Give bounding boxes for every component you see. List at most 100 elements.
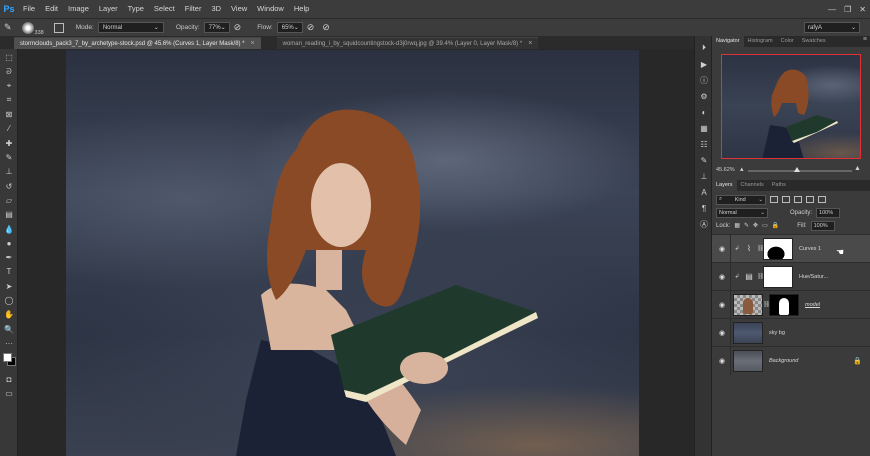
crop-tool-icon[interactable]: ⌗ xyxy=(0,93,18,107)
zoom-out-icon[interactable]: ▴ xyxy=(740,165,744,173)
screen-mode-icon[interactable]: ▭ xyxy=(0,387,18,401)
blur-tool-icon[interactable]: 💧 xyxy=(0,222,18,236)
libraries-panel-icon[interactable]: ☷ xyxy=(695,136,713,152)
lasso-tool-icon[interactable]: ᘐ xyxy=(0,65,18,79)
filter-type-icon[interactable] xyxy=(794,196,802,203)
workspace-dropdown[interactable]: rafyA ⌄ xyxy=(804,22,860,33)
filter-smart-object-icon[interactable] xyxy=(818,196,826,203)
actions-panel-icon[interactable]: ▶ xyxy=(695,56,713,72)
fill-field[interactable]: 100% xyxy=(810,220,835,231)
restore-button[interactable]: ❐ xyxy=(844,5,851,14)
document-tab-active[interactable]: stormclouds_pack3_7_by_archetype-stock.p… xyxy=(14,37,261,49)
clone-stamp-tool-icon[interactable]: ⊥ xyxy=(0,165,18,179)
opacity-field[interactable]: 77% ⌄ xyxy=(203,22,230,33)
path-select-tool-icon[interactable]: ➤ xyxy=(0,279,18,293)
brush-preset-picker[interactable] xyxy=(21,21,34,34)
layer-opacity-field[interactable]: 100% xyxy=(816,207,841,218)
brush-panel-toggle-icon[interactable] xyxy=(53,22,64,33)
document-tab[interactable]: woman_reading_i_by_squidcountingstock-d3… xyxy=(276,37,539,49)
color-swatches[interactable] xyxy=(0,351,17,373)
lock-pixels-icon[interactable]: ✎ xyxy=(744,222,749,229)
pen-tool-icon[interactable]: ✒ xyxy=(0,250,18,264)
close-button[interactable]: ✕ xyxy=(859,5,866,14)
pressure-opacity-icon[interactable]: ⊘ xyxy=(234,22,242,33)
brushes-panel-icon[interactable]: ✎ xyxy=(695,152,713,168)
menu-view[interactable]: View xyxy=(226,0,252,18)
airbrush-icon[interactable]: ⊘ xyxy=(307,22,315,33)
tab-layers[interactable]: Layers xyxy=(712,180,737,191)
lock-all-icon[interactable]: 🔒 xyxy=(772,222,779,229)
menu-3d[interactable]: 3D xyxy=(206,0,226,18)
layer-row-model[interactable]: ◉ ⛓ model xyxy=(712,290,870,319)
shape-tool-icon[interactable]: ◯ xyxy=(0,293,18,307)
mode-dropdown[interactable]: Normal ⌄ xyxy=(97,22,164,33)
glyphs-panel-icon[interactable]: Ⓐ xyxy=(695,216,713,232)
layer-thumbnail[interactable] xyxy=(733,293,763,316)
paragraph-panel-icon[interactable]: ¶ xyxy=(695,200,713,216)
history-panel-icon[interactable]: ⏵ xyxy=(695,40,713,56)
layer-mask-thumbnail[interactable] xyxy=(763,265,793,288)
menu-edit[interactable]: Edit xyxy=(40,0,63,18)
layer-kind-filter[interactable]: ⌕ Kind ⌄ xyxy=(716,194,766,205)
hand-tool-icon[interactable]: ✋ xyxy=(0,308,18,322)
tab-histogram[interactable]: Histogram xyxy=(744,36,777,47)
more-tools-icon[interactable]: ··· xyxy=(0,336,18,350)
tab-color[interactable]: Color xyxy=(777,36,798,47)
adjustments-panel-icon[interactable]: ◐ xyxy=(695,104,713,120)
menu-help[interactable]: Help xyxy=(289,0,314,18)
quick-mask-icon[interactable]: ◘ xyxy=(0,373,18,387)
visibility-eye-icon[interactable]: ◉ xyxy=(716,245,728,253)
marquee-tool-icon[interactable]: ⬚ xyxy=(0,50,18,64)
gradient-tool-icon[interactable]: ▤ xyxy=(0,208,18,222)
brush-tool-icon[interactable]: ✎ xyxy=(4,22,12,33)
dodge-tool-icon[interactable]: ● xyxy=(0,236,18,250)
visibility-eye-icon[interactable]: ◉ xyxy=(716,357,728,365)
character-panel-icon[interactable]: A xyxy=(695,184,713,200)
styles-panel-icon[interactable]: ▦ xyxy=(695,120,713,136)
zoom-slider-handle[interactable] xyxy=(794,167,800,172)
visibility-eye-icon[interactable]: ◉ xyxy=(716,329,728,337)
layer-mask-thumbnail[interactable] xyxy=(769,293,799,316)
visibility-eye-icon[interactable]: ◉ xyxy=(716,273,728,281)
flow-field[interactable]: 65% ⌄ xyxy=(276,22,303,33)
lock-transparency-icon[interactable]: ▦ xyxy=(734,222,740,229)
zoom-tool-icon[interactable]: 🔍 xyxy=(0,322,18,336)
zoom-in-icon[interactable]: ▲ xyxy=(854,165,861,172)
layer-row-curves-1[interactable]: ◉ ↲ ⌇ ⛓ Curves 1 ☚ xyxy=(712,234,870,263)
menu-select[interactable]: Select xyxy=(149,0,180,18)
history-brush-tool-icon[interactable]: ↺ xyxy=(0,179,18,193)
document-canvas[interactable] xyxy=(66,50,639,456)
tab-paths[interactable]: Paths xyxy=(768,180,790,191)
tab-swatches[interactable]: Swatches xyxy=(798,36,830,47)
filter-shape-icon[interactable] xyxy=(806,196,814,203)
filter-pixel-icon[interactable] xyxy=(770,196,778,203)
menu-file[interactable]: File xyxy=(18,0,40,18)
menu-filter[interactable]: Filter xyxy=(180,0,207,18)
filter-adjustment-icon[interactable] xyxy=(782,196,790,203)
type-tool-icon[interactable]: T xyxy=(0,265,18,279)
blend-mode-dropdown[interactable]: Normal ⌄ xyxy=(716,207,768,218)
eyedropper-tool-icon[interactable]: ⁄ xyxy=(0,122,18,136)
layer-row-sky-bg[interactable]: ◉ sky bg xyxy=(712,318,870,347)
foreground-color-swatch[interactable] xyxy=(3,352,12,362)
brush-tool-icon[interactable]: ✎ xyxy=(0,150,18,164)
frame-tool-icon[interactable]: ⊠ xyxy=(0,107,18,121)
tab-navigator[interactable]: Navigator xyxy=(712,36,744,47)
pressure-size-icon[interactable]: ⊘ xyxy=(322,22,330,33)
lock-artboard-icon[interactable]: ▭ xyxy=(762,222,768,229)
layer-thumbnail[interactable] xyxy=(733,349,763,372)
properties-panel-icon[interactable]: ⚙ xyxy=(695,88,713,104)
panel-menu-icon[interactable]: ≡ xyxy=(863,36,867,43)
layer-mask-thumbnail[interactable] xyxy=(763,237,793,260)
layer-row-background[interactable]: ◉ Background 🔒 xyxy=(712,346,870,375)
layer-row-hue-saturation[interactable]: ◉ ↲ ▤ ⛓ Hue/Satur... xyxy=(712,262,870,291)
eraser-tool-icon[interactable]: ▱ xyxy=(0,193,18,207)
lock-position-icon[interactable]: ✥ xyxy=(753,222,758,229)
info-panel-icon[interactable]: ⓘ xyxy=(695,72,713,88)
close-tab-icon[interactable]: × xyxy=(528,40,532,47)
menu-window[interactable]: Window xyxy=(252,0,289,18)
close-tab-icon[interactable]: × xyxy=(251,40,255,47)
layer-thumbnail[interactable] xyxy=(733,321,763,344)
menu-type[interactable]: Type xyxy=(123,0,149,18)
quick-select-tool-icon[interactable]: ⌖ xyxy=(0,79,18,93)
